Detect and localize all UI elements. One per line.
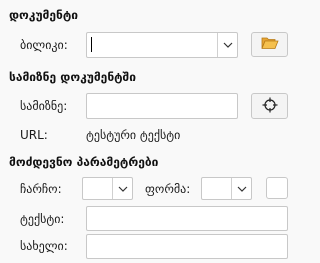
url-value: ტესტური ტექსტი [86, 128, 181, 142]
form-combobox[interactable] [201, 177, 252, 200]
target-section-title: სამიზნე დოკუმენტში [9, 70, 136, 84]
path-label: ბილიკი: [20, 38, 68, 52]
target-picker-button[interactable] [251, 93, 288, 119]
form-input[interactable] [202, 178, 231, 199]
further-settings-title: მოძდევნო პარამეტრები [9, 155, 159, 169]
chevron-down-icon[interactable] [112, 178, 132, 199]
chevron-down-icon[interactable] [231, 178, 251, 199]
text-cursor [91, 37, 92, 52]
crosshair-target-icon [262, 97, 278, 116]
documents-section-title: დოკუმენტი [9, 8, 79, 22]
open-file-button[interactable] [251, 32, 288, 57]
name-label: სახელი: [20, 239, 68, 253]
frame-input[interactable] [83, 178, 112, 199]
frame-label: ჩარჩო: [20, 182, 62, 196]
frame-combobox[interactable] [82, 177, 133, 200]
target-input[interactable] [86, 93, 238, 119]
extra-checkbox[interactable] [266, 177, 288, 199]
target-label: სამიზნე: [20, 99, 68, 113]
path-combobox[interactable] [86, 32, 238, 58]
url-label: URL: [20, 128, 48, 142]
chevron-down-icon[interactable] [217, 33, 237, 57]
name-input[interactable] [86, 234, 288, 259]
folder-open-icon [260, 36, 279, 53]
text-label: ტექსტი: [20, 212, 65, 226]
path-input[interactable] [87, 33, 217, 57]
text-input[interactable] [86, 206, 288, 231]
form-label: ფორმა: [145, 182, 191, 196]
